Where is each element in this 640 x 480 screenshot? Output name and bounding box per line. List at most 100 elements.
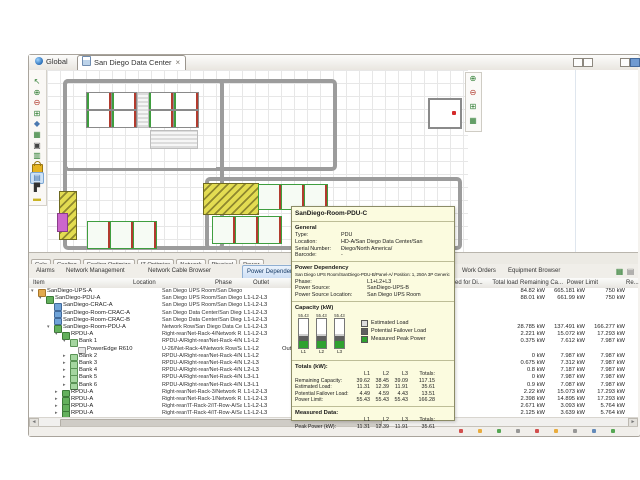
item-location[interactable]: San Diego UPS Room/San Diego/... [162, 302, 242, 309]
item-phase[interactable]: L1-L2-L3 [244, 403, 267, 410]
alarm-dot-icon[interactable] [452, 111, 456, 115]
item-name[interactable]: Bank 3 [79, 360, 97, 367]
zoom-in-tool-icon[interactable]: ⊕ [31, 88, 43, 98]
power-limit-value[interactable]: 17.293 kW [587, 389, 625, 396]
row-label[interactable]: Estimated Load: [295, 384, 351, 391]
item-phase[interactable]: L1-L2-L3 [244, 310, 267, 317]
field-value[interactable]: HD-A/San Diego Data Center/San Diego/Nor… [341, 239, 451, 246]
item-location[interactable]: San Diego UPS Room/San Diego/... [162, 288, 242, 295]
column-header-row[interactable]: L1L2L3Totals: [295, 417, 451, 424]
item-phase[interactable]: L1-L2-L3 [244, 317, 267, 324]
status-indicator-icon[interactable] [554, 429, 558, 433]
status-indicator-icon[interactable] [611, 429, 615, 433]
tooltip-pd-row[interactable]: Power Source:SanDiego-UPS-B [295, 285, 451, 292]
value[interactable]: 38.45 [370, 378, 389, 385]
total-load-value[interactable]: 2.125 kW [501, 410, 545, 417]
legend-entry[interactable]: Measured Peak Power [361, 335, 426, 343]
total-load-value[interactable]: 0.675 kW [501, 360, 545, 367]
expander-icon[interactable]: ▸ [55, 410, 58, 417]
rack[interactable] [86, 110, 112, 128]
item-name[interactable]: Bank 2 [79, 353, 97, 360]
grid-view-tool-icon[interactable]: ▦ [31, 130, 43, 140]
gauge-bar[interactable] [298, 318, 309, 349]
item-location[interactable]: RPDU-A/Right-rear/Net-Rack-4/N... [162, 360, 242, 367]
view-tab-network-cable-browser[interactable]: Network Cable Browser [144, 265, 215, 277]
view-tab-label[interactable]: Network Cable Browser [148, 268, 211, 274]
phase-column-header[interactable]: Totals: [408, 417, 435, 424]
power-limit-value[interactable]: 5.764 kW [587, 403, 625, 410]
view-tab-alarms[interactable]: Alarms [32, 265, 59, 277]
value[interactable]: 4.43 [389, 391, 408, 398]
rack[interactable] [173, 110, 199, 128]
item-location[interactable]: San Diego UPS Room/San Diego/... [162, 295, 242, 302]
field-label[interactable]: Location: [295, 239, 341, 246]
view-tab-network-management[interactable]: Network Management [62, 265, 129, 277]
remaining-capacity-value[interactable]: 7.087 kW [547, 382, 585, 389]
item-name[interactable]: SanDiego-Room-CRAC-A [63, 310, 130, 317]
legend-label[interactable]: Estimated Load [371, 320, 408, 326]
value[interactable]: 55.43 [351, 397, 370, 404]
value-row[interactable]: Estimated Load:11.3112.3911.9135.61 [295, 384, 451, 391]
field-value[interactable]: - [341, 246, 343, 253]
total-load-value[interactable]: 0.9 kW [501, 382, 545, 389]
field-label[interactable]: Barcode: [295, 252, 341, 259]
remaining-capacity-value[interactable]: 3.639 kW [547, 410, 585, 417]
value[interactable]: 12.39 [370, 384, 389, 391]
item-phase[interactable]: L1-L2-L3 [244, 396, 267, 403]
remaining-capacity-value[interactable]: 15.073 kW [547, 389, 585, 396]
value-row[interactable]: Peak Power (kW):11.3112.3911.9135.61 [295, 424, 451, 431]
legend-swatch[interactable] [361, 328, 368, 335]
value[interactable]: 12.39 [370, 424, 389, 431]
item-name[interactable]: SanDiego-PDU-A [55, 295, 100, 302]
legend-entry[interactable]: Estimated Load [361, 319, 426, 327]
value[interactable]: 39.62 [351, 378, 370, 385]
power-limit-value[interactable]: 750 kW [587, 295, 625, 302]
expander-icon[interactable]: ▾ [39, 295, 42, 302]
power-limit-value[interactable]: 7.987 kW [587, 382, 625, 389]
power-limit-value[interactable]: 7.987 kW [587, 338, 625, 345]
tab-global[interactable]: Global [31, 55, 73, 69]
item-location[interactable]: Right-rear/Net-Rack-3/Network R... [162, 389, 242, 396]
wall-patch[interactable] [68, 162, 216, 168]
phase-column-header[interactable]: L3 [389, 371, 408, 378]
item-name[interactable]: RPDU-A [71, 331, 93, 338]
column-header-re[interactable]: Re... [626, 278, 639, 288]
corner-tool-icon[interactable]: ▛ [31, 183, 43, 193]
remaining-capacity-value[interactable]: 14.895 kW [547, 396, 585, 403]
rack[interactable] [212, 216, 236, 244]
value[interactable]: 35.61 [408, 424, 435, 431]
pointer-tool-icon[interactable]: ↖ [31, 77, 43, 87]
total-load-value[interactable]: 2.221 kW [501, 331, 545, 338]
expander-icon[interactable]: ▸ [55, 396, 58, 403]
legend-label[interactable]: Measured Peak Power [371, 336, 426, 342]
field-value[interactable]: PDU [341, 232, 352, 239]
palette-icon[interactable] [620, 58, 630, 67]
tooltip-general-row[interactable]: Location:HD-A/San Diego Data Center/San … [295, 239, 451, 246]
value[interactable]: 11.31 [351, 384, 370, 391]
remaining-capacity-value[interactable]: 7.612 kW [547, 338, 585, 345]
item-location[interactable]: San Diego Data Center/San Diego/... [162, 317, 242, 324]
value[interactable]: 11.31 [351, 424, 370, 431]
item-location[interactable]: RPDU-A/Right-rear/Net-Rack-4/N... [162, 382, 242, 389]
expander-icon[interactable]: ▾ [47, 324, 50, 331]
status-indicator-icon[interactable] [535, 429, 539, 433]
zoom-out-icon[interactable]: ⊖ [467, 88, 479, 98]
remaining-capacity-value[interactable]: 15.072 kW [547, 331, 585, 338]
tab-san-diego-data-center[interactable]: San Diego Data Center× [77, 55, 186, 71]
power-limit-value[interactable]: 7.987 kW [587, 374, 625, 381]
gauge-phase-label[interactable]: L2 [315, 349, 328, 355]
item-phase[interactable]: L1-L2-L3 [244, 410, 267, 417]
field-value[interactable]: - [341, 252, 343, 259]
tooltip-pd-row[interactable]: Power Source Location:San Diego UPS Room [295, 292, 451, 299]
chart-icon[interactable] [630, 58, 640, 67]
total-load-value[interactable]: 2.671 kW [501, 403, 545, 410]
item-location[interactable]: Right-rear/Net-Rack-4/Network R... [162, 331, 242, 338]
rack[interactable] [87, 221, 111, 249]
column-header-row[interactable]: L1L2L3Totals: [295, 371, 451, 378]
status-indicator-icon[interactable] [478, 429, 482, 433]
power-limit-value[interactable]: 17.293 kW [587, 331, 625, 338]
rack[interactable] [110, 221, 134, 249]
total-load-value[interactable]: 84.82 kW [501, 288, 545, 295]
field-value[interactable]: L1+L2+L3 [367, 279, 391, 286]
power-limit-value[interactable]: 7.987 kW [587, 367, 625, 374]
